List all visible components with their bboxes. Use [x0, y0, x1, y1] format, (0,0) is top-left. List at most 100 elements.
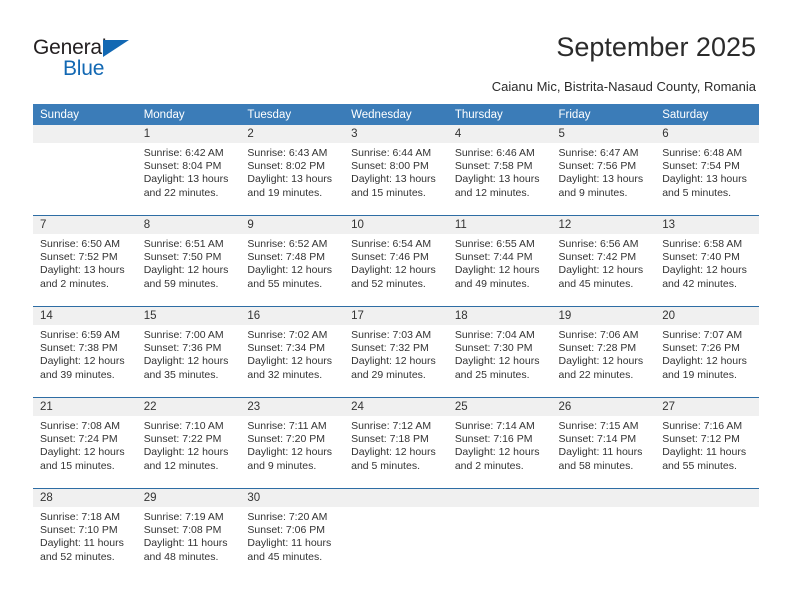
sunrise-time: Sunrise: 6:42 AM [143, 147, 224, 159]
calendar-day-cell[interactable]: 25 Sunrise: 7:14 AM Sunset: 7:16 PM Dayligh… [447, 397, 552, 489]
daylight-duration-line2: and 9 minutes. [558, 186, 628, 199]
calendar-day-cell[interactable]: 27 Sunrise: 7:16 AM Sunset: 7:12 PM Dayligh… [655, 397, 759, 489]
calendar-day-cell[interactable]: 2 Sunrise: 6:43 AM Sunset: 8:02 PM Daylight… [240, 125, 345, 216]
day-cell-inner: 13 Sunrise: 6:58 AM Sunset: 7:40 PM Dayligh… [655, 216, 759, 306]
day-number: 17 [344, 307, 448, 325]
calendar-day-cell[interactable]: 4 Sunrise: 6:46 AM Sunset: 7:58 PM Daylight… [447, 125, 552, 216]
calendar-day-cell[interactable]: 26 Sunrise: 7:15 AM Sunset: 7:14 PM Dayligh… [551, 397, 656, 489]
calendar-day-cell[interactable]: 18 Sunrise: 7:04 AM Sunset: 7:30 PM Dayligh… [447, 306, 552, 398]
day-details: Sunrise: 6:42 AM Sunset: 8:04 PM Daylight:… [137, 143, 241, 200]
calendar-day-cell[interactable]: 11 Sunrise: 6:55 AM Sunset: 7:44 PM Dayligh… [447, 215, 552, 307]
sunrise-time: Sunrise: 6:56 AM [558, 238, 639, 250]
day-cell-inner: 21 Sunrise: 7:08 AM Sunset: 7:24 PM Dayligh… [33, 398, 137, 488]
day-cell-inner: 16 Sunrise: 7:02 AM Sunset: 7:34 PM Dayligh… [240, 307, 345, 397]
calendar-day-cell[interactable]: 12 Sunrise: 6:56 AM Sunset: 7:42 PM Dayligh… [551, 215, 656, 307]
calendar-week-row: 7 Sunrise: 6:50 AM Sunset: 7:52 PM Daylight… [33, 215, 759, 307]
calendar-day-cell[interactable]: 23 Sunrise: 7:11 AM Sunset: 7:20 PM Dayligh… [240, 397, 345, 489]
daylight-duration-line2: and 42 minutes. [662, 277, 737, 290]
calendar-day-cell[interactable]: 8 Sunrise: 6:51 AM Sunset: 7:50 PM Daylight… [136, 215, 241, 307]
day-details: Sunrise: 7:08 AM Sunset: 7:24 PM Daylight:… [33, 416, 137, 473]
day-number: 16 [240, 307, 345, 325]
daylight-duration-line1: Daylight: 12 hours [351, 446, 436, 459]
daylight-duration-line1: Daylight: 12 hours [662, 355, 747, 368]
day-details: Sunrise: 6:51 AM Sunset: 7:50 PM Daylight:… [137, 234, 241, 291]
daylight-duration-line1: Daylight: 12 hours [558, 355, 644, 368]
daylight-duration-line1: Daylight: 13 hours [662, 173, 747, 186]
sunrise-time: Sunrise: 6:52 AM [247, 238, 328, 250]
calendar-day-cell[interactable]: 20 Sunrise: 7:07 AM Sunset: 7:26 PM Dayligh… [655, 306, 759, 398]
calendar-day-cell[interactable]: 10 Sunrise: 6:54 AM Sunset: 7:46 PM Dayligh… [344, 215, 448, 307]
calendar-page: General Blue September 2025 Caianu Mic, … [0, 0, 792, 612]
day-cell-inner [447, 489, 552, 579]
sunset-time: Sunset: 7:08 PM [143, 524, 222, 537]
general-blue-logo[interactable]: General Blue [33, 36, 213, 82]
calendar-day-cell[interactable]: 6 Sunrise: 6:48 AM Sunset: 7:54 PM Daylight… [655, 125, 759, 216]
calendar-day-cell[interactable]: 29 Sunrise: 7:19 AM Sunset: 7:08 PM Dayligh… [136, 488, 241, 579]
weekday-header-friday: Friday [551, 104, 656, 125]
calendar-day-cell[interactable]: 30 Sunrise: 7:20 AM Sunset: 7:06 PM Dayligh… [240, 488, 345, 579]
day-cell-inner [344, 489, 448, 579]
calendar-day-cell[interactable]: 3 Sunrise: 6:44 AM Sunset: 8:00 PM Daylight… [344, 125, 448, 216]
sunset-time: Sunset: 7:48 PM [247, 251, 326, 264]
daylight-duration-line1: Daylight: 12 hours [40, 355, 125, 368]
day-cell-inner [33, 125, 137, 215]
day-number: 28 [33, 489, 137, 507]
calendar-day-cell[interactable]: 5 Sunrise: 6:47 AM Sunset: 7:56 PM Daylight… [551, 125, 656, 216]
day-details: Sunrise: 6:43 AM Sunset: 8:02 PM Daylight:… [240, 143, 344, 200]
daylight-duration-line1: Daylight: 11 hours [558, 446, 643, 459]
calendar-week-row: 14 Sunrise: 6:59 AM Sunset: 7:38 PM Dayligh… [33, 306, 759, 398]
calendar-day-cell[interactable]: 7 Sunrise: 6:50 AM Sunset: 7:52 PM Daylight… [33, 215, 137, 307]
day-details: Sunrise: 6:59 AM Sunset: 7:38 PM Daylight:… [33, 325, 137, 382]
sunrise-time: Sunrise: 6:59 AM [40, 329, 120, 341]
calendar-day-cell[interactable]: 1 Sunrise: 6:42 AM Sunset: 8:04 PM Daylight… [136, 125, 241, 216]
sunset-time: Sunset: 8:02 PM [247, 160, 326, 173]
sunrise-time: Sunrise: 7:02 AM [247, 329, 328, 341]
calendar-week-row: 28 Sunrise: 7:18 AM Sunset: 7:10 PM Dayligh… [33, 488, 759, 579]
daylight-duration-line2: and 25 minutes. [454, 368, 530, 381]
daylight-duration-line1: Daylight: 12 hours [40, 446, 125, 459]
daylight-duration-line2: and 5 minutes. [662, 186, 732, 199]
daylight-duration-line1: Daylight: 13 hours [558, 173, 644, 186]
calendar-day-cell[interactable]: 28 Sunrise: 7:18 AM Sunset: 7:10 PM Dayligh… [33, 488, 137, 579]
calendar-day-cell[interactable]: 24 Sunrise: 7:12 AM Sunset: 7:18 PM Dayligh… [344, 397, 448, 489]
day-number: 24 [344, 398, 448, 416]
sunset-time: Sunset: 7:56 PM [558, 160, 637, 173]
sunset-time: Sunset: 7:10 PM [40, 524, 118, 537]
daylight-duration-line1: Daylight: 12 hours [454, 355, 540, 368]
day-number: 9 [240, 216, 345, 234]
calendar-day-cell[interactable]: 15 Sunrise: 7:00 AM Sunset: 7:36 PM Dayligh… [136, 306, 241, 398]
day-number [447, 489, 552, 507]
weekday-header-tuesday: Tuesday [240, 104, 345, 125]
calendar-day-cell[interactable]: 21 Sunrise: 7:08 AM Sunset: 7:24 PM Dayligh… [33, 397, 137, 489]
day-details: Sunrise: 7:06 AM Sunset: 7:28 PM Daylight:… [552, 325, 656, 382]
sunset-time: Sunset: 7:14 PM [558, 433, 637, 446]
sunrise-time: Sunrise: 6:51 AM [143, 238, 224, 250]
day-cell-inner: 30 Sunrise: 7:20 AM Sunset: 7:06 PM Dayligh… [240, 489, 345, 579]
calendar-day-cell[interactable]: 13 Sunrise: 6:58 AM Sunset: 7:40 PM Dayligh… [655, 215, 759, 307]
day-number: 20 [655, 307, 759, 325]
daylight-duration-line2: and 22 minutes. [558, 368, 634, 381]
calendar-day-cell[interactable]: 16 Sunrise: 7:02 AM Sunset: 7:34 PM Dayligh… [240, 306, 345, 398]
sunrise-time: Sunrise: 7:04 AM [454, 329, 535, 341]
calendar-day-cell[interactable]: 9 Sunrise: 6:52 AM Sunset: 7:48 PM Daylight… [240, 215, 345, 307]
weekday-header-saturday: Saturday [655, 104, 759, 125]
day-details: Sunrise: 7:14 AM Sunset: 7:16 PM Daylight:… [448, 416, 552, 473]
calendar-day-cell[interactable]: 22 Sunrise: 7:10 AM Sunset: 7:22 PM Dayligh… [136, 397, 241, 489]
calendar-day-cell [551, 488, 656, 579]
day-number [344, 489, 448, 507]
day-details: Sunrise: 7:02 AM Sunset: 7:34 PM Daylight:… [240, 325, 344, 382]
calendar-header-row: Sunday Monday Tuesday Wednesday Thursday Frid… [33, 104, 759, 125]
daylight-duration-line1: Daylight: 12 hours [143, 355, 229, 368]
sunset-time: Sunset: 7:44 PM [454, 251, 533, 264]
page-subtitle: Caianu Mic, Bistrita-Nasaud County, Roma… [491, 79, 756, 94]
calendar-day-cell[interactable]: 19 Sunrise: 7:06 AM Sunset: 7:28 PM Dayligh… [551, 306, 656, 398]
calendar-day-cell[interactable]: 17 Sunrise: 7:03 AM Sunset: 7:32 PM Dayligh… [344, 306, 448, 398]
day-cell-inner: 3 Sunrise: 6:44 AM Sunset: 8:00 PM Daylight… [344, 125, 448, 215]
day-number: 27 [655, 398, 759, 416]
calendar-table: Sunday Monday Tuesday Wednesday Thursday Frid… [33, 104, 759, 579]
calendar-day-cell[interactable]: 14 Sunrise: 6:59 AM Sunset: 7:38 PM Dayligh… [33, 306, 137, 398]
day-details: Sunrise: 7:20 AM Sunset: 7:06 PM Daylight:… [240, 507, 344, 564]
daylight-duration-line2: and 32 minutes. [247, 368, 323, 381]
daylight-duration-line2: and 49 minutes. [454, 277, 530, 290]
day-cell-inner: 28 Sunrise: 7:18 AM Sunset: 7:10 PM Dayligh… [33, 489, 137, 579]
